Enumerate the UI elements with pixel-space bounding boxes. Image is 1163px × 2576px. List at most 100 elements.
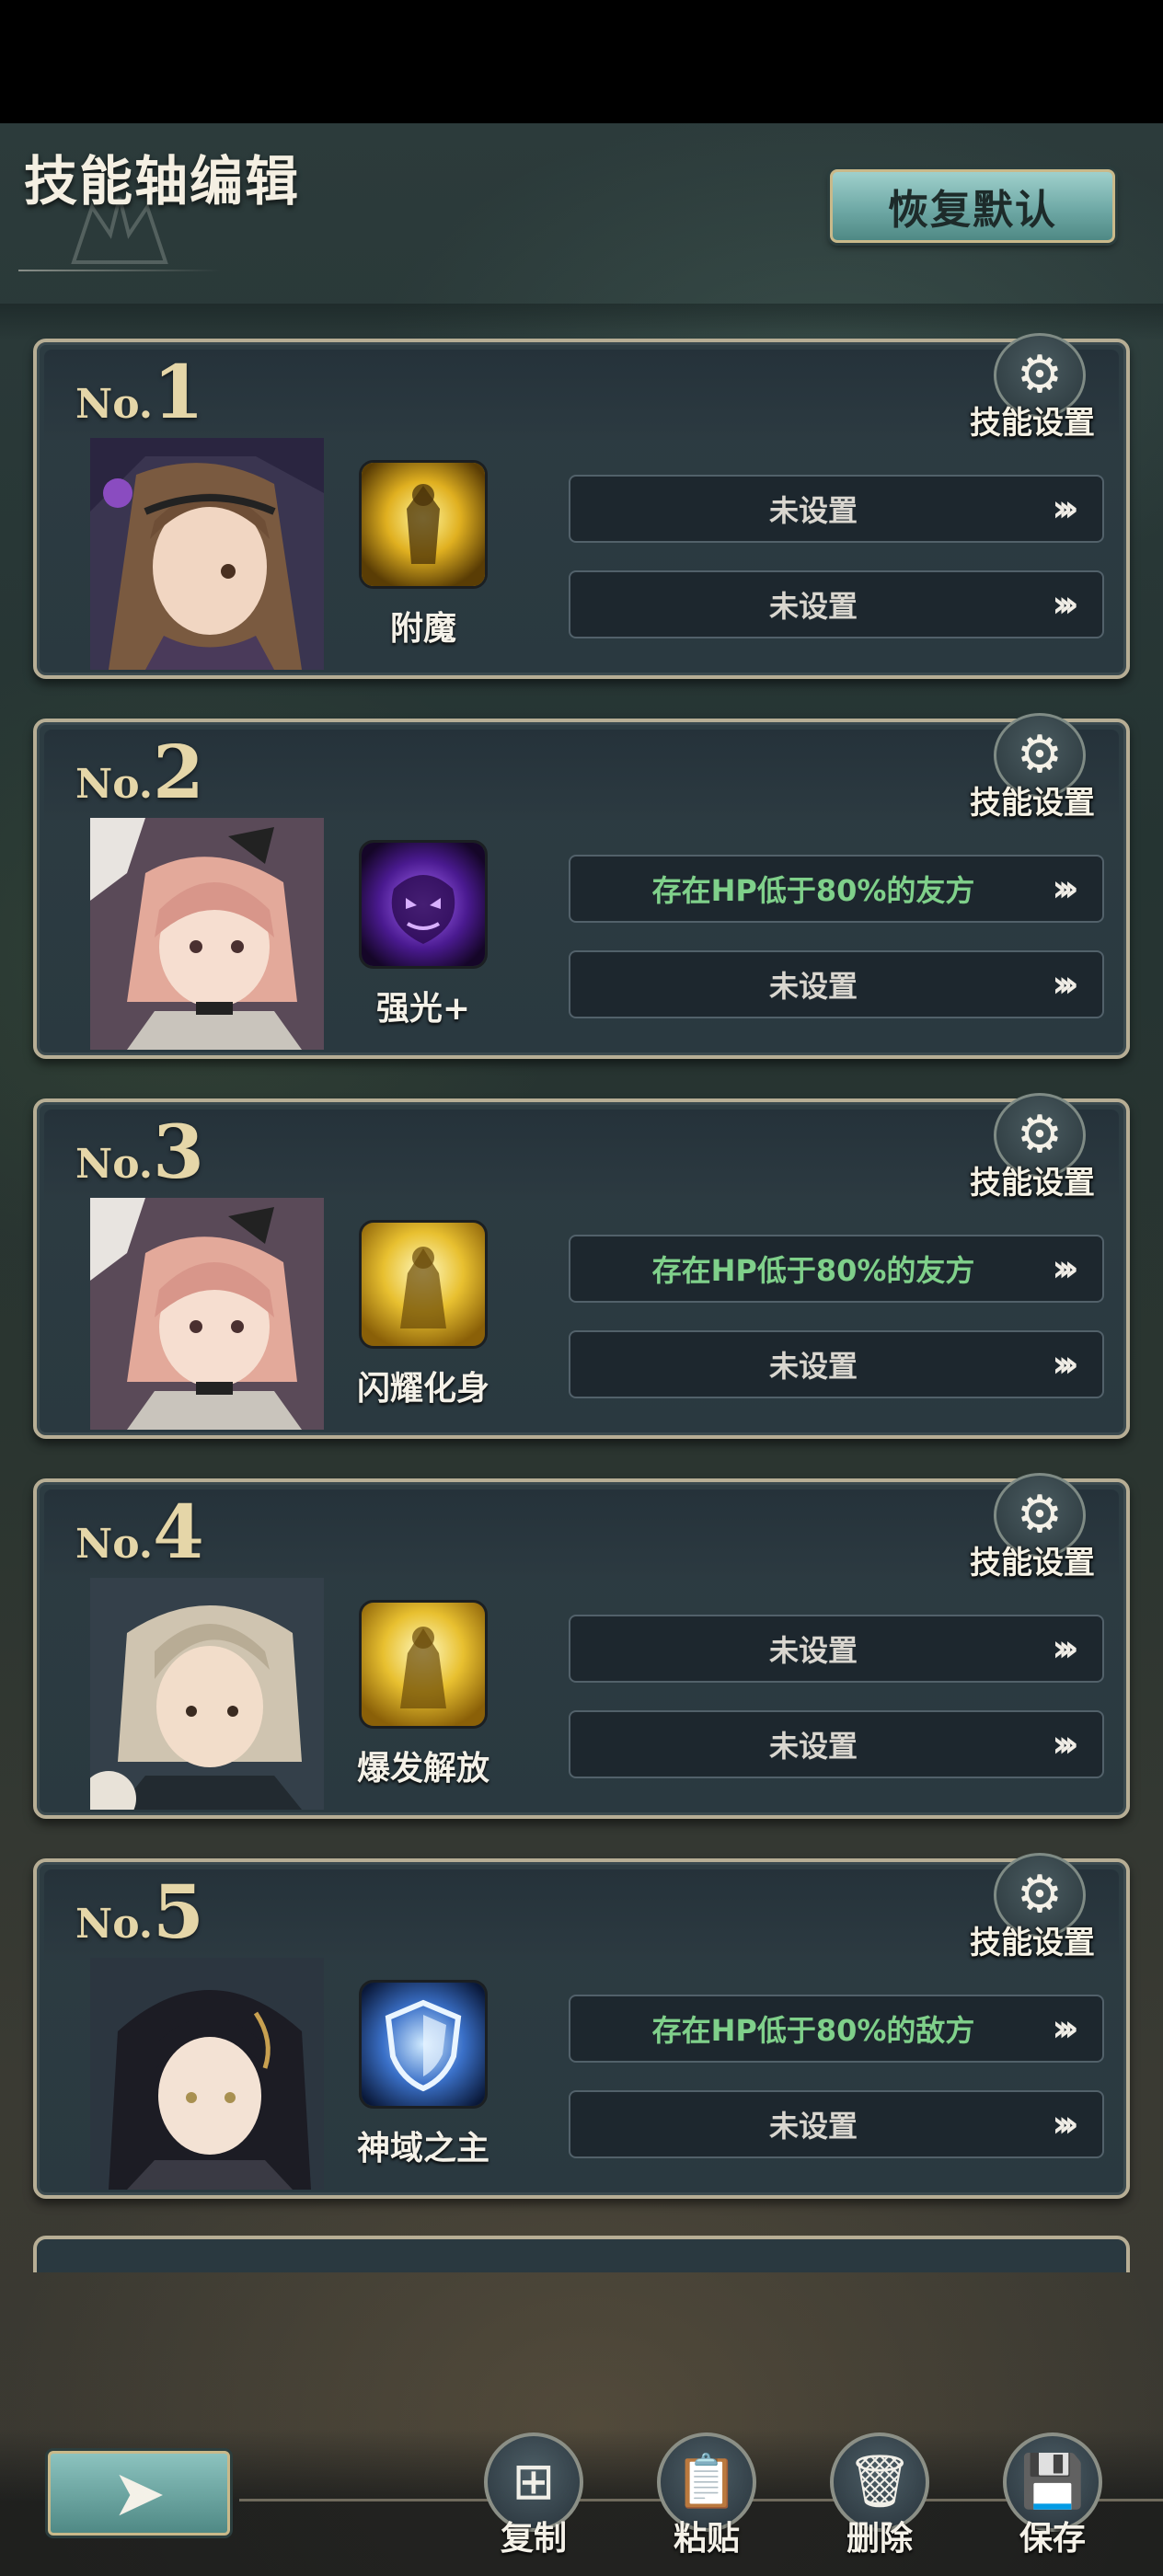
condition-text: 存在HP低于80%的友方 — [651, 873, 975, 908]
gear-icon: ⚙ — [1016, 1105, 1064, 1165]
skill-card-2: No.2 强光+ 存在HP低于80%的友方 ››› 未设置 ››› ⚙ 技能设置 — [33, 713, 1130, 1059]
number-prefix: No. — [75, 1141, 154, 1188]
condition-slot-2[interactable]: 未设置 ››› — [569, 1330, 1104, 1398]
skill-settings-label[interactable]: 技能设置 — [970, 1157, 1095, 1202]
condition-slot-1[interactable]: 存在HP低于80%的友方 ››› — [569, 855, 1104, 923]
skill-settings-label[interactable]: 技能设置 — [970, 777, 1095, 822]
condition-slot-2[interactable]: 未设置 ››› — [569, 570, 1104, 638]
reset-default-label: 恢复默认 — [888, 187, 1057, 234]
list-shade — [0, 304, 1163, 340]
character-portrait[interactable] — [90, 1198, 324, 1430]
character-portrait[interactable] — [90, 818, 324, 1050]
number-prefix: No. — [75, 1901, 154, 1948]
condition-slot-2[interactable]: 未设置 ››› — [569, 950, 1104, 1018]
copy-button[interactable]: ⊞ 复制 — [478, 2432, 589, 2570]
skill-card-3: No.3 闪耀化身 存在HP低于80%的友方 ››› 未设置 ››› ⚙ 技能设… — [33, 1093, 1130, 1439]
card-number: No.2 — [75, 735, 204, 809]
card-number: No.5 — [75, 1875, 204, 1949]
skill-name: 神域之主 — [356, 2130, 489, 2168]
triple-arrow-icon: ››› — [1052, 1248, 1078, 1290]
skill-settings-label[interactable]: 技能设置 — [970, 1537, 1095, 1582]
skill-name: 爆发解放 — [356, 1750, 489, 1788]
condition-slot-2[interactable]: 未设置 ››› — [569, 2090, 1104, 2158]
card-header-band — [44, 350, 1119, 440]
trash-icon: 🗑 — [846, 2452, 913, 2512]
paste-icon: 📋 — [674, 2452, 739, 2512]
card-number: No.1 — [75, 355, 204, 429]
save-label: 保存 — [1019, 2520, 1086, 2558]
character-portrait[interactable] — [90, 1578, 324, 1810]
copy-label: 复制 — [500, 2520, 567, 2558]
number-prefix: No. — [75, 381, 154, 428]
condition-text: 未设置 — [768, 969, 858, 1004]
number-value: 5 — [153, 1869, 204, 1955]
triple-arrow-icon: ››› — [1052, 963, 1078, 1006]
card-header-band — [44, 730, 1119, 820]
paste-button[interactable]: 📋 粘贴 — [651, 2432, 762, 2570]
condition-slot-1[interactable]: 存在HP低于80%的敌方 ››› — [569, 1995, 1104, 2063]
reset-default-button[interactable]: 恢复默认 — [830, 169, 1115, 243]
title-underline — [18, 270, 221, 271]
condition-text: 未设置 — [768, 589, 858, 624]
page-title: 技能轴编辑 — [24, 150, 301, 213]
triple-arrow-icon: ››› — [1052, 2103, 1078, 2145]
card-number: No.3 — [75, 1115, 204, 1189]
card-header-band — [44, 1110, 1119, 1200]
skill-icon-radiant-avatar[interactable] — [359, 1220, 488, 1349]
card-number: No.4 — [75, 1495, 204, 1569]
card-header-band — [44, 1489, 1119, 1580]
number-value: 1 — [153, 349, 204, 435]
skill-name: 附魔 — [389, 610, 456, 648]
triple-arrow-icon: ››› — [1052, 1343, 1078, 1386]
skill-icon-strong-light[interactable] — [359, 840, 488, 969]
back-arrow-icon: ➤ — [111, 2455, 167, 2531]
condition-slot-2[interactable]: 未设置 ››› — [569, 1710, 1104, 1778]
number-prefix: No. — [75, 1521, 154, 1568]
save-icon: 💾 — [1020, 2452, 1085, 2512]
condition-text: 存在HP低于80%的敌方 — [651, 2013, 975, 2048]
skill-card-6-partial[interactable] — [33, 2236, 1130, 2272]
condition-slot-1[interactable]: 未设置 ››› — [569, 475, 1104, 543]
triple-arrow-icon: ››› — [1052, 583, 1078, 626]
skill-name: 闪耀化身 — [356, 1370, 489, 1408]
condition-text: 未设置 — [768, 1633, 858, 1668]
number-value: 3 — [153, 1109, 204, 1195]
number-value: 2 — [153, 729, 204, 815]
condition-text: 未设置 — [768, 1349, 858, 1384]
triple-arrow-icon: ››› — [1052, 488, 1078, 530]
condition-slot-1[interactable]: 未设置 ››› — [569, 1615, 1104, 1683]
gear-icon: ⚙ — [1016, 1485, 1064, 1545]
number-value: 4 — [153, 1489, 204, 1575]
card-header-band — [44, 1869, 1119, 1960]
skill-card-5: No.5 神域之主 存在HP低于80%的敌方 ››› 未设置 ››› ⚙ 技能设… — [33, 1853, 1130, 2199]
skill-icon-burst-release[interactable] — [359, 1600, 488, 1729]
back-button[interactable]: ➤ — [48, 2451, 230, 2536]
character-portrait[interactable] — [90, 1958, 324, 2190]
condition-text: 未设置 — [768, 493, 858, 528]
skill-icon-domain-lord[interactable] — [359, 1980, 488, 2109]
gear-icon: ⚙ — [1016, 725, 1064, 785]
skill-name: 强光+ — [375, 990, 471, 1028]
skill-card-4: No.4 爆发解放 未设置 ››› 未设置 ››› ⚙ 技能设置 — [33, 1473, 1130, 1819]
triple-arrow-icon: ››› — [1052, 868, 1078, 910]
skill-settings-label[interactable]: 技能设置 — [970, 1917, 1095, 1962]
condition-text: 未设置 — [768, 1729, 858, 1764]
number-prefix: No. — [75, 761, 154, 808]
delete-label: 删除 — [846, 2520, 913, 2558]
condition-slot-1[interactable]: 存在HP低于80%的友方 ››› — [569, 1235, 1104, 1303]
condition-text: 未设置 — [768, 2109, 858, 2144]
gear-icon: ⚙ — [1016, 345, 1064, 405]
character-portrait[interactable] — [90, 438, 324, 670]
condition-text: 存在HP低于80%的友方 — [651, 1253, 975, 1288]
gear-icon: ⚙ — [1016, 1865, 1064, 1925]
copy-icon: ⊞ — [512, 2452, 556, 2512]
skill-settings-label[interactable]: 技能设置 — [970, 397, 1095, 443]
save-button[interactable]: 💾 保存 — [997, 2432, 1108, 2570]
triple-arrow-icon: ››› — [1052, 1723, 1078, 1765]
triple-arrow-icon: ››› — [1052, 2007, 1078, 2050]
triple-arrow-icon: ››› — [1052, 1627, 1078, 1670]
skill-icon-enchant[interactable] — [359, 460, 488, 589]
delete-button[interactable]: 🗑 删除 — [824, 2432, 935, 2570]
skill-card-1: No.1 附魔 未设置 ››› 未设置 ››› ⚙ 技能设置 — [33, 333, 1130, 679]
status-bar — [0, 0, 1163, 123]
